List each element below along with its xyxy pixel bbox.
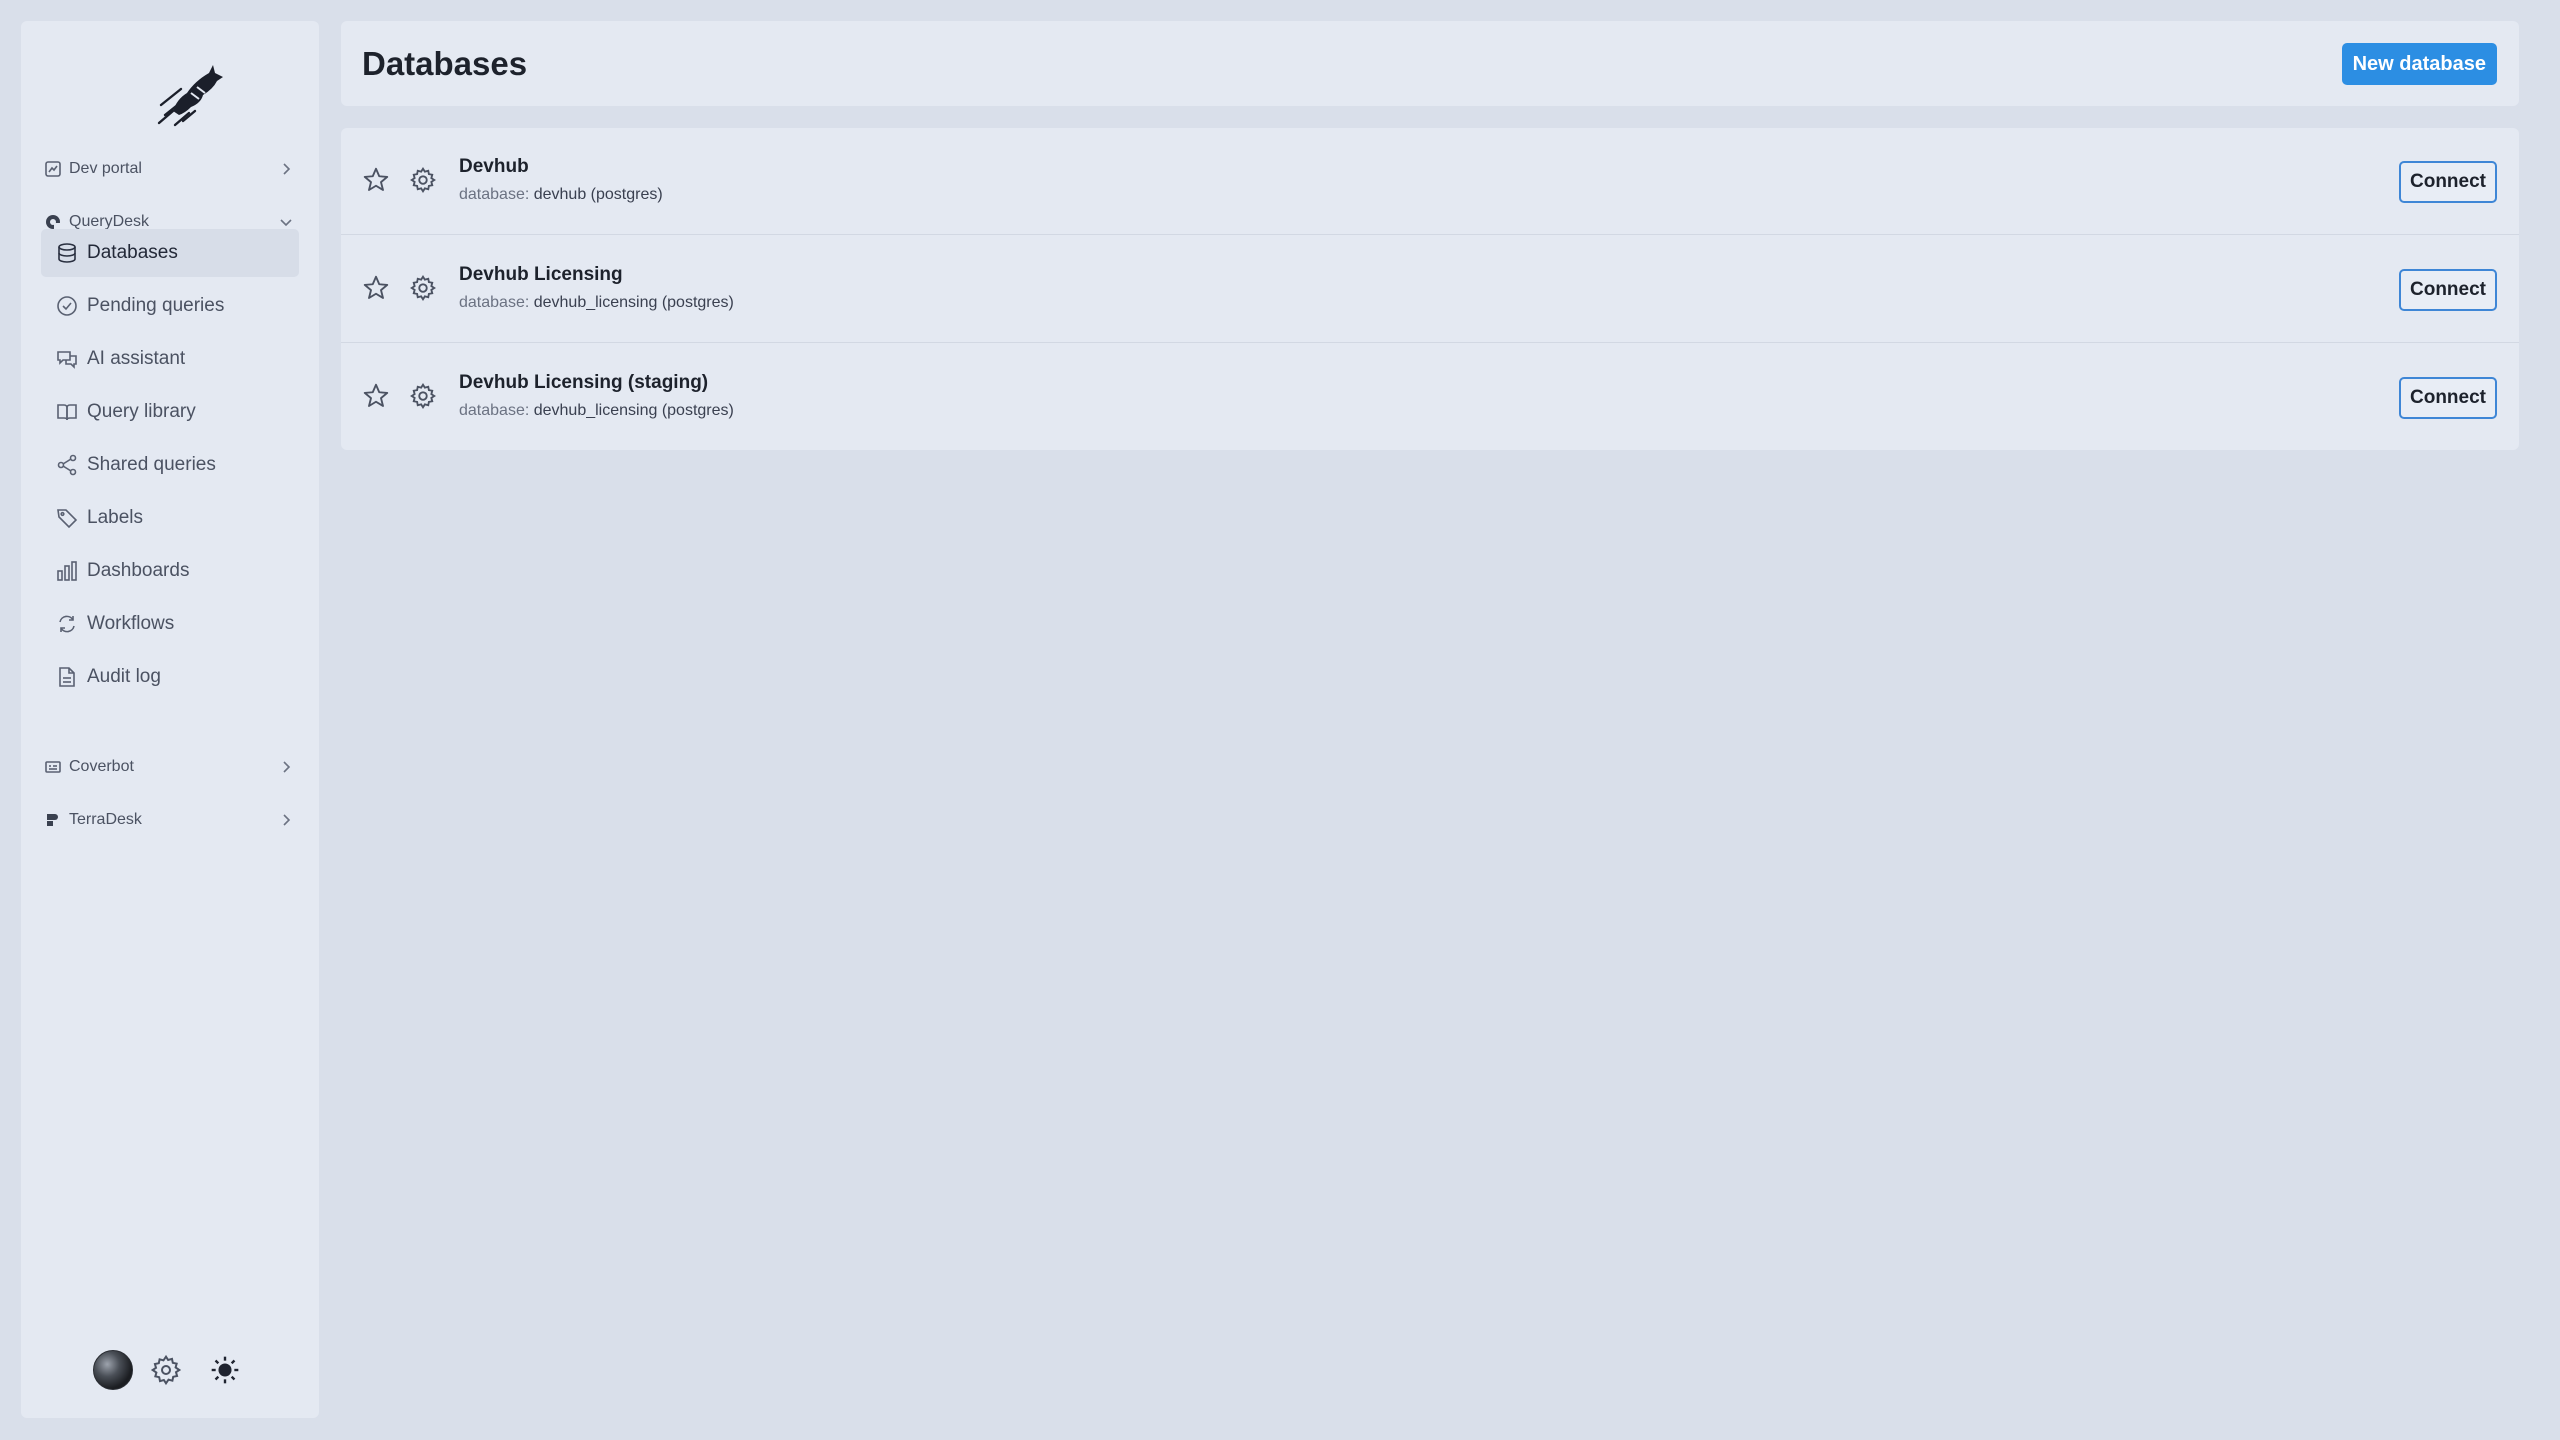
sidebar-item-label: Databases bbox=[87, 242, 178, 263]
chevron-right-icon bbox=[277, 160, 295, 178]
sidebar-item-label: Shared queries bbox=[87, 454, 216, 475]
database-row: Devhub database: devhub (postgres) Conne… bbox=[341, 128, 2519, 235]
star-icon[interactable] bbox=[361, 381, 391, 411]
sidebar-footer bbox=[21, 1350, 319, 1392]
section-coverbot[interactable]: Coverbot bbox=[43, 752, 301, 782]
book-icon bbox=[55, 400, 79, 424]
database-icon bbox=[55, 241, 79, 265]
sidebar-item-audit-log[interactable]: Audit log bbox=[41, 653, 299, 701]
database-detail: database: devhub_licensing (postgres) bbox=[459, 402, 734, 420]
connect-button[interactable]: Connect bbox=[2399, 161, 2497, 203]
database-value: devhub_licensing (postgres) bbox=[533, 402, 734, 419]
sidebar-item-labels[interactable]: Labels bbox=[41, 494, 299, 542]
database-prefix: database: bbox=[459, 402, 530, 419]
section-label: Coverbot bbox=[69, 758, 134, 775]
tag-icon bbox=[55, 506, 79, 530]
sidebar-item-label: Dashboards bbox=[87, 560, 190, 581]
star-icon[interactable] bbox=[361, 165, 391, 195]
database-list: Devhub database: devhub (postgres) Conne… bbox=[341, 128, 2519, 450]
page-title: Databases bbox=[362, 45, 528, 82]
star-icon[interactable] bbox=[361, 273, 391, 303]
gear-icon[interactable] bbox=[408, 381, 438, 411]
sidebar-item-dashboards[interactable]: Dashboards bbox=[41, 547, 299, 595]
sidebar-item-shared-queries[interactable]: Shared queries bbox=[41, 441, 299, 489]
new-database-button[interactable]: New database bbox=[2341, 43, 2497, 85]
database-value: devhub (postgres) bbox=[533, 186, 663, 203]
database-row: Devhub Licensing database: devhub_licens… bbox=[341, 236, 2519, 343]
sidebar-item-pending-queries[interactable]: Pending queries bbox=[41, 282, 299, 330]
sidebar-item-label: AI assistant bbox=[87, 348, 186, 369]
database-row: Devhub Licensing (staging) database: dev… bbox=[341, 344, 2519, 450]
sidebar-item-query-library[interactable]: Query library bbox=[41, 388, 299, 436]
section-dev-portal[interactable]: Dev portal bbox=[43, 154, 301, 184]
chevron-right-icon bbox=[277, 758, 295, 776]
refresh-icon bbox=[55, 612, 79, 636]
database-name: Devhub Licensing (staging) bbox=[459, 372, 709, 393]
sidebar-item-label: Labels bbox=[87, 507, 143, 528]
database-detail: database: devhub (postgres) bbox=[459, 186, 663, 204]
sidebar-item-workflows[interactable]: Workflows bbox=[41, 600, 299, 648]
database-prefix: database: bbox=[459, 186, 530, 203]
gear-icon[interactable] bbox=[408, 165, 438, 195]
gear-icon[interactable] bbox=[408, 273, 438, 303]
sun-icon[interactable] bbox=[209, 1354, 241, 1386]
chart-box-icon bbox=[43, 159, 63, 179]
bar-chart-icon bbox=[55, 559, 79, 583]
database-detail: database: devhub_licensing (postgres) bbox=[459, 294, 734, 312]
avatar[interactable] bbox=[93, 1350, 133, 1390]
sidebar-item-label: Audit log bbox=[87, 666, 161, 687]
section-label: TerraDesk bbox=[69, 811, 142, 828]
sidebar-item-label: Query library bbox=[87, 401, 196, 422]
sidebar-item-label: Workflows bbox=[87, 613, 175, 634]
coverbot-icon bbox=[43, 757, 63, 777]
chevron-right-icon bbox=[277, 811, 295, 829]
sidebar-item-ai-assistant[interactable]: AI assistant bbox=[41, 335, 299, 383]
section-label: Dev portal bbox=[69, 160, 142, 177]
database-name: Devhub Licensing bbox=[459, 264, 623, 285]
chat-icon bbox=[55, 347, 79, 371]
database-value: devhub_licensing (postgres) bbox=[533, 294, 734, 311]
section-terradesk[interactable]: TerraDesk bbox=[43, 805, 301, 835]
connect-button[interactable]: Connect bbox=[2399, 377, 2497, 419]
sidebar: Dev portal QueryDesk Databases Pending q… bbox=[21, 21, 319, 1418]
share-icon bbox=[55, 453, 79, 477]
logo[interactable] bbox=[151, 59, 231, 129]
check-circle-icon bbox=[55, 294, 79, 318]
settings-gear-icon[interactable] bbox=[150, 1354, 182, 1386]
sidebar-item-label: Pending queries bbox=[87, 295, 225, 316]
connect-button[interactable]: Connect bbox=[2399, 269, 2497, 311]
terradesk-icon bbox=[43, 810, 63, 830]
page-header: Databases New database bbox=[341, 21, 2519, 106]
database-name: Devhub bbox=[459, 156, 529, 177]
document-icon bbox=[55, 665, 79, 689]
sidebar-item-databases[interactable]: Databases bbox=[41, 229, 299, 277]
database-prefix: database: bbox=[459, 294, 530, 311]
